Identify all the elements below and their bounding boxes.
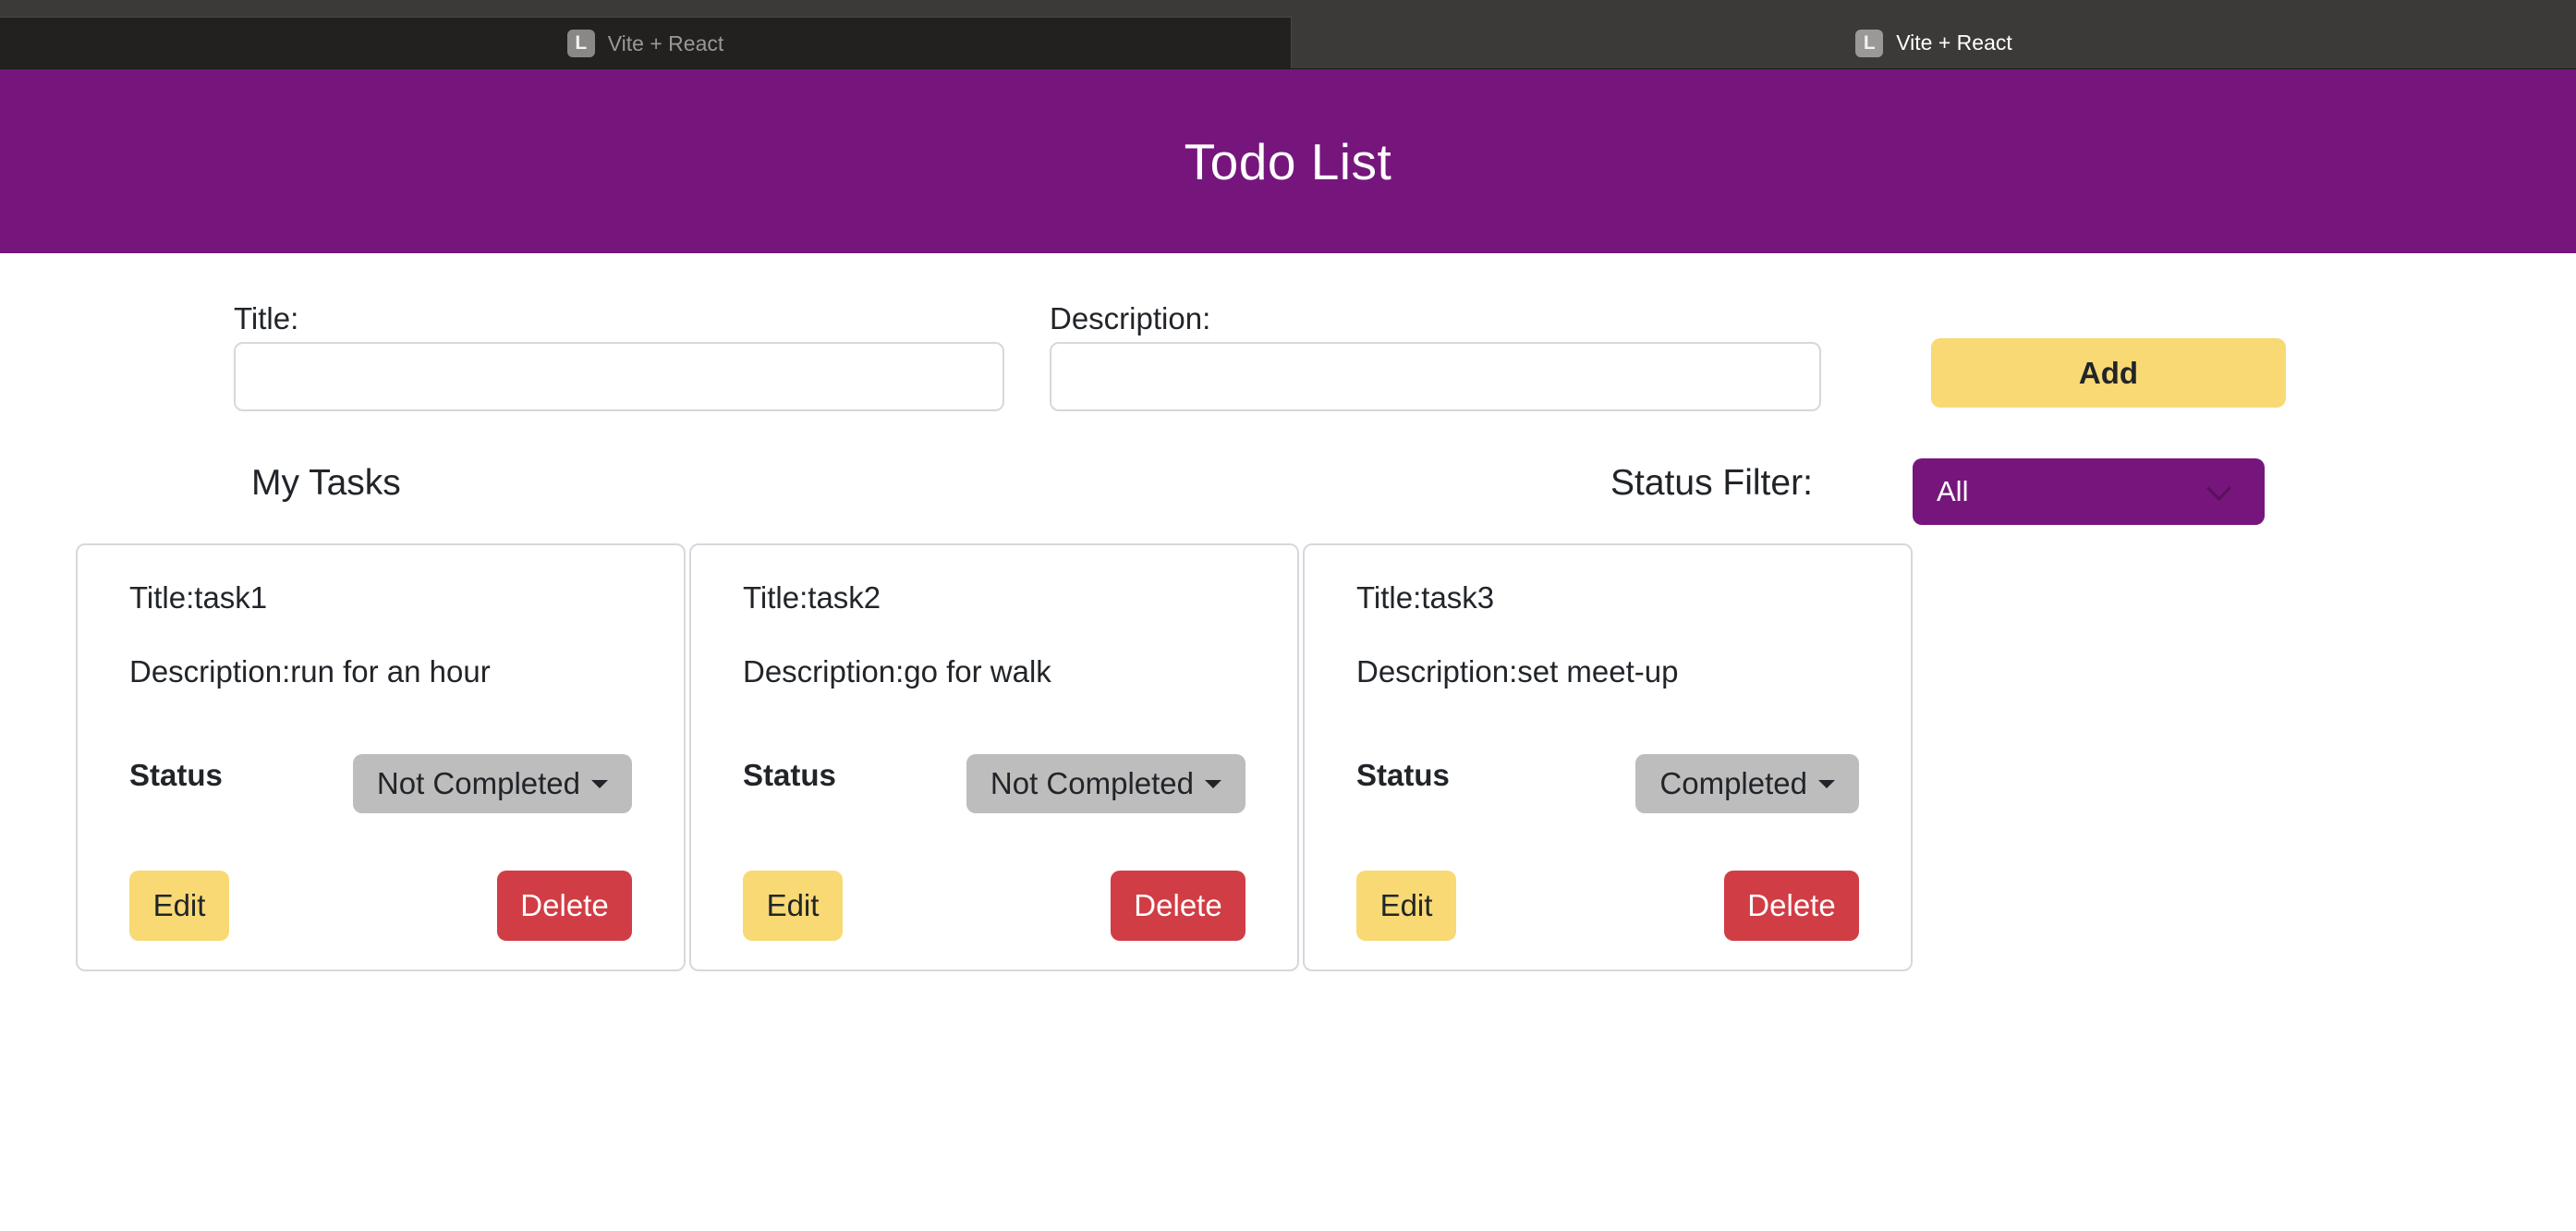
task-status-value: Not Completed bbox=[376, 766, 580, 800]
tab-favicon-icon: L bbox=[566, 30, 595, 57]
caret-down-icon bbox=[591, 779, 608, 788]
status-filter-label: Status Filter: bbox=[1610, 463, 1813, 503]
page-title: Todo List bbox=[1184, 132, 1392, 190]
edit-button[interactable]: Edit bbox=[743, 871, 843, 941]
task-card: Title:task2 Description:go for walk Stat… bbox=[689, 543, 1299, 971]
task-status-value: Completed bbox=[1659, 766, 1807, 800]
task-status-value: Not Completed bbox=[990, 766, 1194, 800]
task-title: Title:task2 bbox=[743, 580, 881, 615]
task-card: Title:task1 Description:run for an hour … bbox=[76, 543, 686, 971]
task-description: Description:set meet-up bbox=[1356, 654, 1679, 689]
browser-tab-bar: L Vite + React L Vite + React bbox=[0, 0, 2576, 69]
task-status-dropdown[interactable]: Completed bbox=[1635, 754, 1859, 813]
my-tasks-heading: My Tasks bbox=[251, 463, 401, 503]
task-status-dropdown[interactable]: Not Completed bbox=[352, 754, 632, 813]
task-description: Description:run for an hour bbox=[129, 654, 491, 689]
tab-title: Vite + React bbox=[607, 30, 724, 55]
tab-bar-top bbox=[0, 0, 2576, 17]
app-header: Todo List bbox=[0, 69, 2576, 253]
add-button[interactable]: Add bbox=[1931, 338, 2286, 408]
task-status-dropdown[interactable]: Not Completed bbox=[966, 754, 1245, 813]
task-status-label: Status bbox=[1356, 758, 1450, 792]
task-title: Title:task3 bbox=[1356, 580, 1495, 615]
task-title: Title:task1 bbox=[129, 580, 268, 615]
tab-title: Vite + React bbox=[1896, 30, 2012, 55]
chevron-down-icon bbox=[2206, 475, 2231, 501]
caret-down-icon bbox=[1818, 779, 1835, 788]
delete-button[interactable]: Delete bbox=[497, 871, 632, 941]
title-input[interactable] bbox=[234, 342, 1004, 411]
caret-down-icon bbox=[1205, 779, 1221, 788]
status-filter-value: All bbox=[1937, 475, 1969, 507]
delete-button[interactable]: Delete bbox=[1724, 871, 1859, 941]
title-label: Title: bbox=[234, 301, 299, 335]
task-status-label: Status bbox=[129, 758, 223, 792]
edit-button[interactable]: Edit bbox=[129, 871, 229, 941]
description-input[interactable] bbox=[1050, 342, 1821, 411]
browser-tab-1[interactable]: L Vite + React bbox=[0, 17, 1292, 69]
status-filter-select[interactable]: All bbox=[1913, 458, 2265, 525]
tab-favicon-icon: L bbox=[1855, 29, 1884, 57]
delete-button[interactable]: Delete bbox=[1111, 871, 1245, 941]
description-label: Description: bbox=[1050, 301, 1211, 335]
task-description: Description:go for walk bbox=[743, 654, 1051, 689]
browser-tab-2[interactable]: L Vite + React bbox=[1292, 17, 2576, 69]
edit-button[interactable]: Edit bbox=[1356, 871, 1456, 941]
task-status-label: Status bbox=[743, 758, 836, 792]
task-card: Title:task3 Description:set meet-up Stat… bbox=[1303, 543, 1913, 971]
